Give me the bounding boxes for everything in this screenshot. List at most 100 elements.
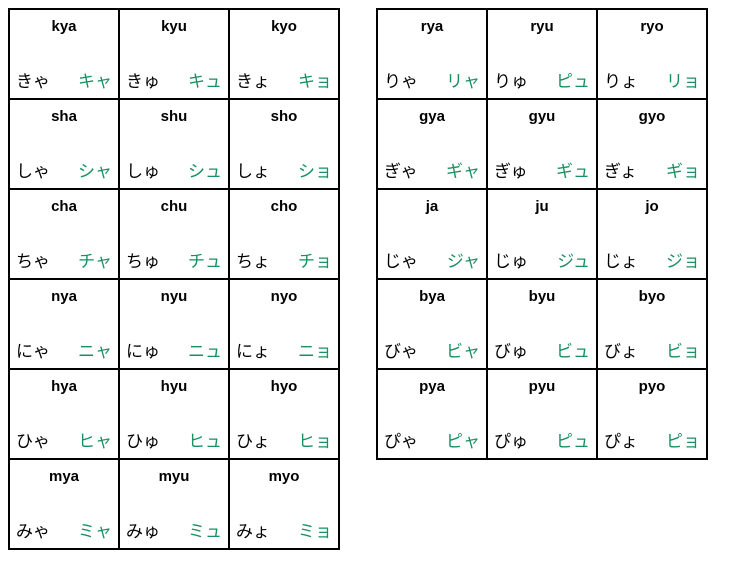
kana-cell: hya ひゃ ヒャ bbox=[10, 370, 118, 458]
romaji-label: hya bbox=[10, 370, 118, 395]
kana-cell: pyuぴゅピュ bbox=[488, 370, 596, 458]
katakana: ピャ bbox=[446, 427, 480, 452]
hiragana: ひゃ bbox=[16, 427, 50, 452]
romaji-label: gya bbox=[378, 100, 486, 125]
hiragana: びょ bbox=[604, 337, 638, 362]
kana-cell: kya きゃ キャ bbox=[10, 10, 118, 98]
katakana: リャ bbox=[446, 67, 480, 92]
katakana: ニュ bbox=[188, 337, 222, 362]
katakana: ギョ bbox=[666, 157, 700, 182]
kana-cell: shuしゅシュ bbox=[120, 100, 228, 188]
romaji-label: ryo bbox=[598, 10, 706, 35]
katakana: シュ bbox=[188, 157, 222, 182]
kana-cell: ryuりゅピュ bbox=[488, 10, 596, 98]
hiragana: にゅ bbox=[126, 337, 160, 362]
kana-cell: choちょチョ bbox=[230, 190, 338, 278]
romaji-label: cho bbox=[230, 190, 338, 215]
kana-cell: shoしょショ bbox=[230, 100, 338, 188]
kana-cell: ryaりゃリャ bbox=[378, 10, 486, 98]
romaji-label: mya bbox=[10, 460, 118, 485]
romaji-label: ju bbox=[488, 190, 596, 215]
kana-tables: kyaきゃキャ kyuきゅキュ kyoきょキョ shaしゃシャ shuしゅシュ … bbox=[8, 8, 723, 550]
romaji-label: jo bbox=[598, 190, 706, 215]
katakana: ビャ bbox=[446, 337, 480, 362]
romaji-label: byo bbox=[598, 280, 706, 305]
katakana: ジュ bbox=[557, 247, 590, 272]
hiragana: じゅ bbox=[494, 247, 528, 272]
kana-cell: nyu にゅ ニュ bbox=[120, 280, 228, 368]
romaji-label: sha bbox=[10, 100, 118, 125]
romaji-label: pya bbox=[378, 370, 486, 395]
romaji-label: nya bbox=[10, 280, 118, 305]
left-table: kyaきゃキャ kyuきゅキュ kyoきょキョ shaしゃシャ shuしゅシュ … bbox=[8, 8, 340, 550]
kana-cell: shaしゃシャ bbox=[10, 100, 118, 188]
kana-cell: myaみゃミャ bbox=[10, 460, 118, 548]
romaji-label: chu bbox=[120, 190, 228, 215]
kana-cell: kyoきょキョ bbox=[230, 10, 338, 98]
katakana: ビュ bbox=[556, 337, 590, 362]
kana-cell: nyaにゃニャ bbox=[10, 280, 118, 368]
katakana: ピュ bbox=[556, 427, 590, 452]
hiragana: きゃ bbox=[16, 67, 50, 92]
katakana: キャ bbox=[78, 67, 112, 92]
hiragana: ぴょ bbox=[604, 427, 638, 452]
kana-cell: pyoぴょピョ bbox=[598, 370, 706, 458]
hiragana: ひゅ bbox=[126, 427, 160, 452]
kana-cell: gyaぎゃギャ bbox=[378, 100, 486, 188]
kana-cell: jaじゃジャ bbox=[378, 190, 486, 278]
kana-cell: hyuひゅヒュ bbox=[120, 370, 228, 458]
romaji-label: gyu bbox=[488, 100, 596, 125]
romaji-label: bya bbox=[378, 280, 486, 305]
romaji-label: byu bbox=[488, 280, 596, 305]
katakana: ヒュ bbox=[188, 427, 222, 452]
kana-cell: chaちゃチャ bbox=[10, 190, 118, 278]
kana-cell: myuみゅミュ bbox=[120, 460, 228, 548]
kana-cell: kyuきゅキュ bbox=[120, 10, 228, 98]
hiragana: しょ bbox=[236, 157, 270, 182]
katakana: ミャ bbox=[78, 517, 112, 542]
katakana: チュ bbox=[188, 247, 222, 272]
hiragana: きゅ bbox=[126, 67, 160, 92]
hiragana: ぴゅ bbox=[494, 427, 528, 452]
kana-cell: gyuぎゅギュ bbox=[488, 100, 596, 188]
hiragana: びゃ bbox=[384, 337, 418, 362]
kana-cell: bya びゃ ビャ bbox=[378, 280, 486, 368]
kana-cell: byu びゅ ビュ bbox=[488, 280, 596, 368]
romaji-label: hyo bbox=[230, 370, 338, 395]
hiragana: びゅ bbox=[494, 337, 528, 362]
hiragana: みゅ bbox=[126, 517, 160, 542]
hiragana: しゃ bbox=[16, 157, 50, 182]
romaji-label: myu bbox=[120, 460, 228, 485]
romaji-label: ja bbox=[378, 190, 486, 215]
romaji-label: ryu bbox=[488, 10, 596, 35]
katakana: キュ bbox=[188, 67, 222, 92]
katakana: ギュ bbox=[556, 157, 590, 182]
hiragana: にゃ bbox=[16, 337, 50, 362]
right-table: ryaりゃリャ ryuりゅピュ ryoりょリョ gyaぎゃギャ gyuぎゅギュ … bbox=[376, 8, 708, 460]
romaji-label: nyo bbox=[230, 280, 338, 305]
kana-cell: hyo ひょ ヒョ bbox=[230, 370, 338, 458]
romaji-label: pyo bbox=[598, 370, 706, 395]
hiragana: きょ bbox=[236, 67, 270, 92]
katakana: ヒャ bbox=[78, 427, 112, 452]
kana-cell: ryoりょリョ bbox=[598, 10, 706, 98]
katakana: リョ bbox=[666, 67, 700, 92]
kana-cell: pya ぴゃ ピャ bbox=[378, 370, 486, 458]
kana-cell: joじょジョ bbox=[598, 190, 706, 278]
hiragana: りゅ bbox=[494, 67, 528, 92]
romaji-label: nyu bbox=[120, 280, 228, 305]
hiragana: ひょ bbox=[236, 427, 270, 452]
kana-cell: myoみょミョ bbox=[230, 460, 338, 548]
romaji-label: rya bbox=[378, 10, 486, 35]
kana-cell: gyoぎょギョ bbox=[598, 100, 706, 188]
hiragana: ぴゃ bbox=[384, 427, 418, 452]
kana-cell: chuちゅチュ bbox=[120, 190, 228, 278]
romaji-label: kya bbox=[10, 10, 118, 35]
katakana: ヒョ bbox=[298, 427, 332, 452]
katakana: ジョ bbox=[666, 247, 700, 272]
hiragana: ぎゃ bbox=[384, 157, 418, 182]
katakana: ショ bbox=[298, 157, 332, 182]
hiragana: じゃ bbox=[384, 247, 418, 272]
kana-cell: ju じゅ ジュ bbox=[488, 190, 596, 278]
katakana: チョ bbox=[298, 247, 332, 272]
